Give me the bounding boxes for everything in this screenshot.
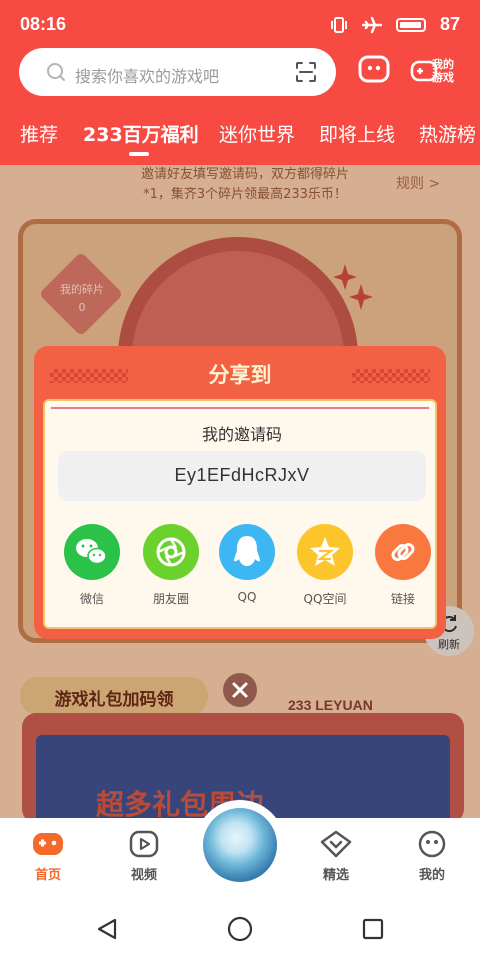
share-dialog-body: 我的邀请码 Ey1EFdHcRJxV 微信 朋友圈 QQ QQ空间 链接 (43, 399, 437, 629)
tab-hot-games[interactable]: 热游榜 (419, 120, 476, 147)
tab-mini-world[interactable]: 迷你世界 (219, 120, 295, 147)
tab-active-indicator (129, 152, 149, 156)
share-qq-label: QQ (237, 590, 257, 604)
close-dialog-button[interactable] (223, 673, 257, 707)
share-qzone[interactable]: QQ空间 (293, 524, 357, 614)
category-tabs: 推荐 233百万福利 迷你世界 即将上线 热游榜 (0, 118, 480, 158)
invite-code-label: 我的邀请码 (201, 425, 282, 444)
nav-home[interactable]: 首页 (18, 830, 78, 890)
share-link-label: 链接 (390, 592, 415, 606)
app-header: 08:16 87 搜索你喜欢的游戏吧 我的 游戏 推荐 233百万福利 迷你世界… (0, 0, 480, 165)
heart-chat-icon (320, 830, 352, 858)
my-games-label: 我的 游戏 (432, 58, 454, 84)
nav-featured[interactable]: 精选 (306, 830, 366, 890)
qzone-icon (297, 524, 353, 580)
status-time: 08:16 (20, 14, 67, 34)
share-link[interactable]: 链接 (371, 524, 435, 614)
share-qzone-label: QQ空间 (303, 592, 347, 606)
face-icon (418, 830, 446, 858)
nav-profile-label: 我的 (418, 868, 445, 883)
dialog-divider (51, 407, 429, 409)
qq-icon (219, 524, 275, 580)
battery-level: 87 (439, 14, 460, 34)
gamepad-icon (33, 833, 63, 855)
close-icon (232, 682, 248, 698)
system-navigation-bar (0, 898, 480, 960)
search-placeholder: 搜索你喜欢的游戏吧 (75, 67, 220, 86)
share-wechat[interactable]: 微信 (60, 524, 124, 614)
share-qq[interactable]: QQ (215, 524, 279, 614)
nav-featured-label: 精选 (322, 868, 349, 883)
tab-233-welfare[interactable]: 233百万福利 (83, 120, 199, 147)
my-games-button[interactable]: 我的 游戏 (410, 56, 462, 88)
vibrate-icon (330, 16, 347, 33)
message-icon[interactable] (358, 54, 390, 86)
tab-recommend[interactable]: 推荐 (20, 120, 58, 147)
airplane-icon (361, 16, 382, 33)
back-icon[interactable] (95, 917, 119, 941)
nav-profile[interactable]: 我的 (402, 830, 462, 890)
status-bar: 08:16 87 (0, 0, 480, 48)
wechat-icon (64, 524, 120, 580)
share-wechat-label: 微信 (79, 592, 104, 606)
share-moments[interactable]: 朋友圈 (139, 524, 203, 614)
invite-code-field[interactable]: Ey1EFdHcRJxV (58, 451, 426, 501)
nav-home-label: 首页 (34, 868, 61, 883)
share-moments-label: 朋友圈 (152, 592, 189, 606)
search-input[interactable]: 搜索你喜欢的游戏吧 (19, 48, 336, 96)
share-dialog: 分享到 我的邀请码 Ey1EFdHcRJxV 微信 朋友圈 QQ QQ空间 链接 (34, 346, 446, 639)
scan-icon[interactable] (295, 61, 317, 83)
center-avatar-button[interactable] (195, 800, 285, 890)
status-icons: 87 (330, 14, 460, 35)
nav-video[interactable]: 视频 (114, 830, 174, 890)
recents-icon[interactable] (361, 917, 385, 941)
share-dialog-title: 分享到 (208, 363, 272, 387)
invite-code-value: Ey1EFdHcRJxV (174, 465, 310, 485)
tab-coming-soon[interactable]: 即将上线 (319, 120, 395, 147)
avatar (203, 808, 277, 882)
link-icon (375, 524, 431, 580)
nav-video-label: 视频 (130, 868, 157, 883)
search-icon (47, 63, 65, 81)
battery-icon (395, 17, 426, 32)
home-icon[interactable] (227, 916, 253, 942)
video-icon (129, 830, 159, 858)
moments-icon (143, 524, 199, 580)
